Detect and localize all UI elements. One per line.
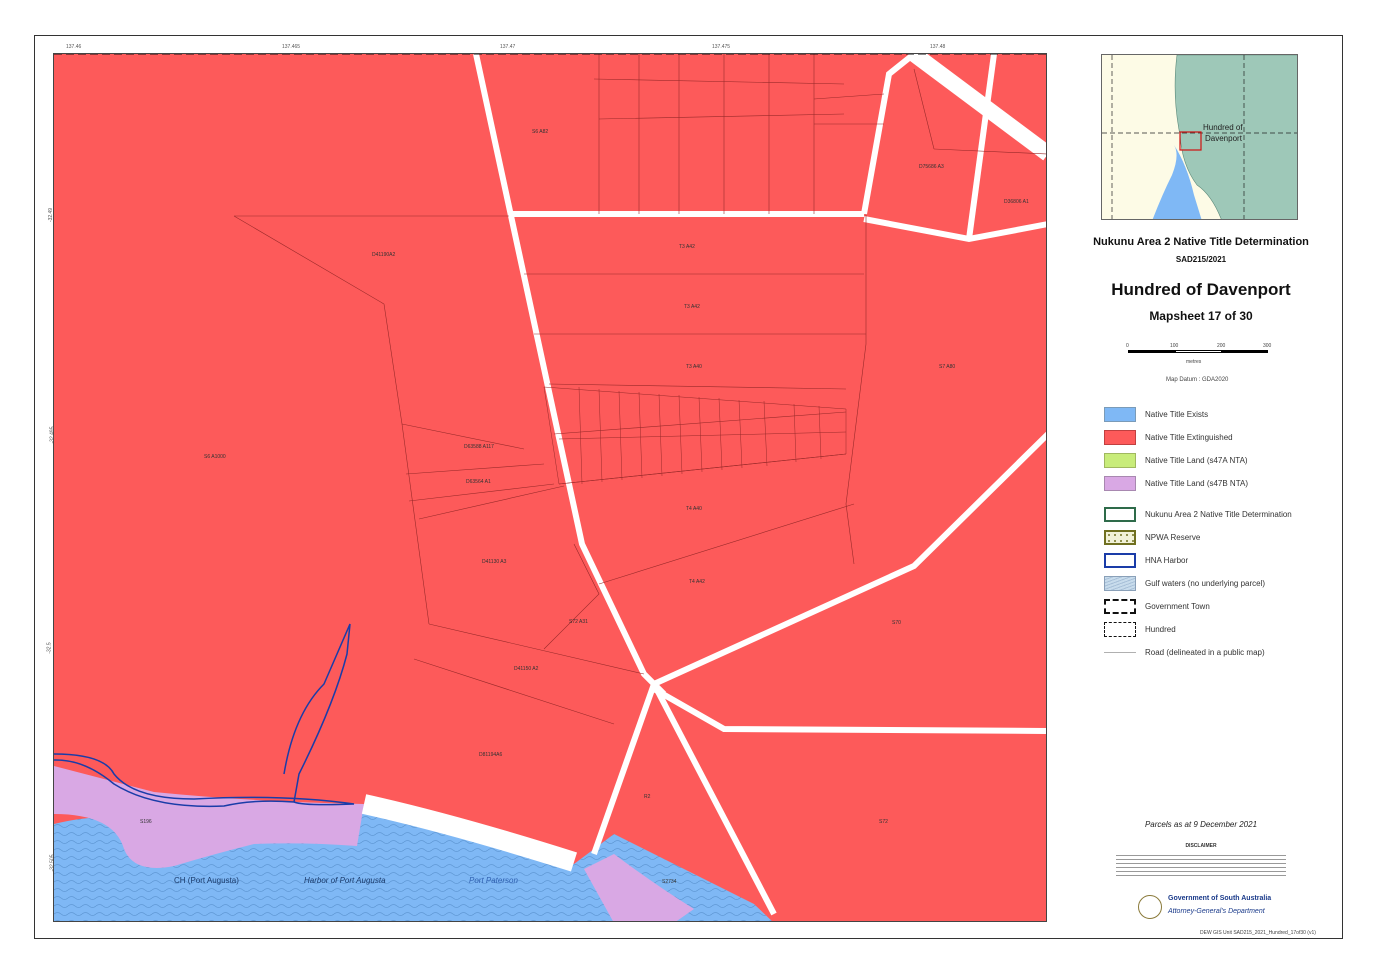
label-parcel-s3: T3 A40 bbox=[686, 364, 702, 370]
label-parcel-s1: T3 A42 bbox=[679, 244, 695, 250]
mapsheet-number: Mapsheet 17 of 30 bbox=[1149, 309, 1253, 323]
label-parcel-s6: S7 A80 bbox=[939, 364, 956, 370]
map-datum: Map Datum : GDA2020 bbox=[1166, 377, 1229, 383]
label-parcel-d1: D41190A2 bbox=[372, 252, 396, 258]
label-parcel-s4: T4 A40 bbox=[686, 506, 702, 512]
label-parcel-s13: S72 bbox=[879, 819, 888, 825]
tick-top-1: 137.465 bbox=[282, 44, 301, 50]
tick-top-3: 137.475 bbox=[712, 44, 731, 50]
tick-side-2: -32.5 bbox=[46, 642, 53, 654]
legend-swatch-6 bbox=[1104, 553, 1136, 568]
label-parcel-s14: D75686 A3 bbox=[919, 164, 944, 170]
legend-swatch-10 bbox=[1104, 652, 1136, 653]
legend-label-9: Hundred bbox=[1145, 625, 1176, 634]
government-line-1: Government of South Australia bbox=[1168, 895, 1272, 902]
parcels-date: Parcels as at 9 December 2021 bbox=[1144, 820, 1258, 829]
inset-map: Hundred of Davenport bbox=[1101, 54, 1298, 220]
disclaimer-body bbox=[1116, 852, 1286, 884]
legend-label-7: Gulf waters (no underlying parcel) bbox=[1145, 579, 1266, 588]
legend-label-4: Nukunu Area 2 Native Title Determination bbox=[1145, 510, 1292, 519]
label-parcel-s9: D41130 A3 bbox=[482, 559, 507, 565]
legend-swatch-2 bbox=[1104, 453, 1136, 468]
legend-swatch-8 bbox=[1104, 599, 1136, 614]
scale-tick-1: 100 bbox=[1170, 343, 1179, 349]
legend-label-2: Native Title Land (s47A NTA) bbox=[1145, 456, 1248, 465]
label-parcel-sea: S2734 bbox=[662, 879, 677, 885]
label-parcel-s11: D81194A6 bbox=[479, 752, 503, 758]
label-parcel-s10: D41150 A2 bbox=[514, 666, 539, 672]
tick-side-3: -32.505 bbox=[49, 854, 56, 872]
inset-label-1: Hundred of bbox=[1203, 123, 1243, 132]
legend-label-5: NPWA Reserve bbox=[1145, 533, 1201, 542]
label-parcel-s8: D63564 A1 bbox=[466, 479, 491, 485]
label-harbor: Harbor of Port Augusta bbox=[304, 876, 386, 885]
case-number: SAD215/2021 bbox=[1175, 255, 1227, 264]
legend-label-10: Road (delineated in a public map) bbox=[1145, 648, 1265, 657]
label-parcel-big: S70 bbox=[892, 620, 901, 626]
legend-label-6: HNA Harbor bbox=[1145, 556, 1189, 565]
parcel-map bbox=[54, 54, 1046, 921]
legend-swatch-9 bbox=[1104, 622, 1136, 637]
footer-code: DEW GIS Unit SAD215_2021_Hundred_17of30 … bbox=[1200, 930, 1316, 936]
scale-tick-0: 0 bbox=[1126, 343, 1129, 349]
determination-title: Nukunu Area 2 Native Title Determination bbox=[1093, 236, 1309, 248]
sa-government-logo bbox=[1138, 895, 1162, 919]
government-line-2: Attorney-General's Department bbox=[1168, 908, 1265, 915]
label-parcel-left: S6 A1000 bbox=[204, 454, 226, 460]
tick-side-0: -32.49 bbox=[48, 207, 55, 223]
legend-swatch-3 bbox=[1104, 476, 1136, 491]
label-parcel-s7: D63588 A117 bbox=[464, 444, 494, 450]
label-parcel-s16: S196 bbox=[140, 819, 152, 825]
legend-label-1: Native Title Extinguished bbox=[1145, 433, 1233, 442]
legend-swatch-5 bbox=[1104, 530, 1136, 545]
legend-swatch-1 bbox=[1104, 430, 1136, 445]
label-parcel-s17: S6 A82 bbox=[532, 129, 549, 135]
label-parcel-s15: D36806 A1 bbox=[1004, 199, 1029, 205]
disclaimer-heading: DISCLAIMER bbox=[1185, 843, 1217, 849]
label-parcel-s12: S72 A31 bbox=[569, 619, 588, 625]
legend-label-0: Native Title Exists bbox=[1145, 410, 1209, 419]
label-parcel-road: R2 bbox=[644, 794, 651, 800]
scale-unit: metres bbox=[1186, 359, 1202, 365]
legend-swatch-7 bbox=[1104, 576, 1136, 591]
label-parcel-s2: T3 A42 bbox=[684, 304, 700, 310]
inset-label-2: Davenport bbox=[1205, 134, 1242, 143]
label-port-paterson: Port Paterson bbox=[469, 876, 518, 885]
legend-label-8: Government Town bbox=[1145, 602, 1210, 611]
label-ch-port-augusta: CH (Port Augusta) bbox=[174, 876, 239, 885]
tick-top-0: 137.46 bbox=[66, 44, 82, 50]
hundred-title: Hundred of Davenport bbox=[1111, 280, 1291, 299]
legend-swatch-4 bbox=[1104, 507, 1136, 522]
legend-label-3: Native Title Land (s47B NTA) bbox=[1145, 479, 1249, 488]
label-parcel-s5: T4 A42 bbox=[689, 579, 705, 585]
tick-top-4: 137.48 bbox=[930, 44, 946, 50]
tick-side-1: -32.495 bbox=[49, 426, 56, 444]
legend-swatch-0 bbox=[1104, 407, 1136, 422]
extinguished-area bbox=[54, 54, 1046, 921]
scale-tick-3: 300 bbox=[1263, 343, 1272, 349]
map-canvas[interactable]: CH (Port Augusta) Harbor of Port Augusta… bbox=[53, 53, 1047, 922]
tick-top-2: 137.47 bbox=[500, 44, 516, 50]
scale-tick-2: 200 bbox=[1217, 343, 1226, 349]
scale-bar bbox=[1128, 350, 1268, 354]
